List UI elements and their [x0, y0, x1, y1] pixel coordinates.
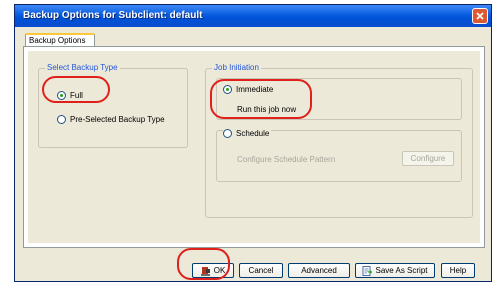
preselected-radio[interactable] — [57, 115, 66, 124]
job-initiation-title: Job Initiation — [212, 63, 261, 72]
full-radio[interactable] — [57, 91, 66, 100]
job-initiation-group: Job Initiation Immediate Run this job no… — [205, 63, 473, 218]
close-icon — [476, 12, 484, 20]
options-area: Select Backup Type Full Pre-Selected Bac… — [28, 51, 480, 243]
immediate-box: Immediate Run this job now — [216, 78, 462, 120]
cancel-button[interactable]: Cancel — [239, 263, 283, 278]
ok-icon — [200, 266, 210, 276]
schedule-label: Schedule — [236, 129, 270, 138]
immediate-radio-option[interactable]: Immediate — [223, 85, 273, 94]
close-button[interactable] — [472, 8, 488, 24]
help-label: Help — [449, 266, 467, 275]
ok-label: OK — [213, 266, 226, 275]
configure-button-label: Configure — [410, 154, 446, 163]
script-icon — [362, 265, 373, 276]
advanced-button[interactable]: Advanced — [288, 263, 350, 278]
save-as-script-label: Save As Script — [375, 266, 428, 275]
tab-backup-options[interactable]: Backup Options — [25, 33, 95, 47]
preselected-label: Pre-Selected Backup Type — [70, 115, 165, 124]
backup-options-dialog: Backup Options for Subclient: default Ba… — [14, 4, 492, 282]
schedule-radio-option[interactable]: Schedule — [223, 129, 272, 138]
immediate-label: Immediate — [236, 85, 274, 94]
tab-content-panel: Select Backup Type Full Pre-Selected Bac… — [23, 46, 485, 248]
save-as-script-button[interactable]: Save As Script — [355, 263, 435, 278]
advanced-label: Advanced — [301, 266, 337, 275]
help-button[interactable]: Help — [441, 263, 475, 278]
configure-button[interactable]: Configure — [402, 151, 454, 166]
schedule-radio[interactable] — [223, 129, 232, 138]
ok-button[interactable]: OK — [192, 263, 234, 278]
full-label: Full — [70, 91, 83, 100]
schedule-box: Schedule Configure Schedule Pattern Conf… — [216, 129, 462, 182]
immediate-description: Run this job now — [237, 105, 297, 114]
immediate-radio[interactable] — [223, 85, 232, 94]
select-backup-type-title: Select Backup Type — [45, 63, 120, 72]
cancel-label: Cancel — [248, 266, 274, 275]
title-bar[interactable]: Backup Options for Subclient: default — [15, 5, 491, 27]
preselected-radio-option[interactable]: Pre-Selected Backup Type — [57, 115, 165, 124]
configure-schedule-pattern-label: Configure Schedule Pattern — [237, 155, 336, 164]
full-radio-option[interactable]: Full — [57, 91, 83, 100]
window-title: Backup Options for Subclient: default — [23, 10, 203, 21]
select-backup-type-group: Select Backup Type Full Pre-Selected Bac… — [38, 63, 188, 148]
